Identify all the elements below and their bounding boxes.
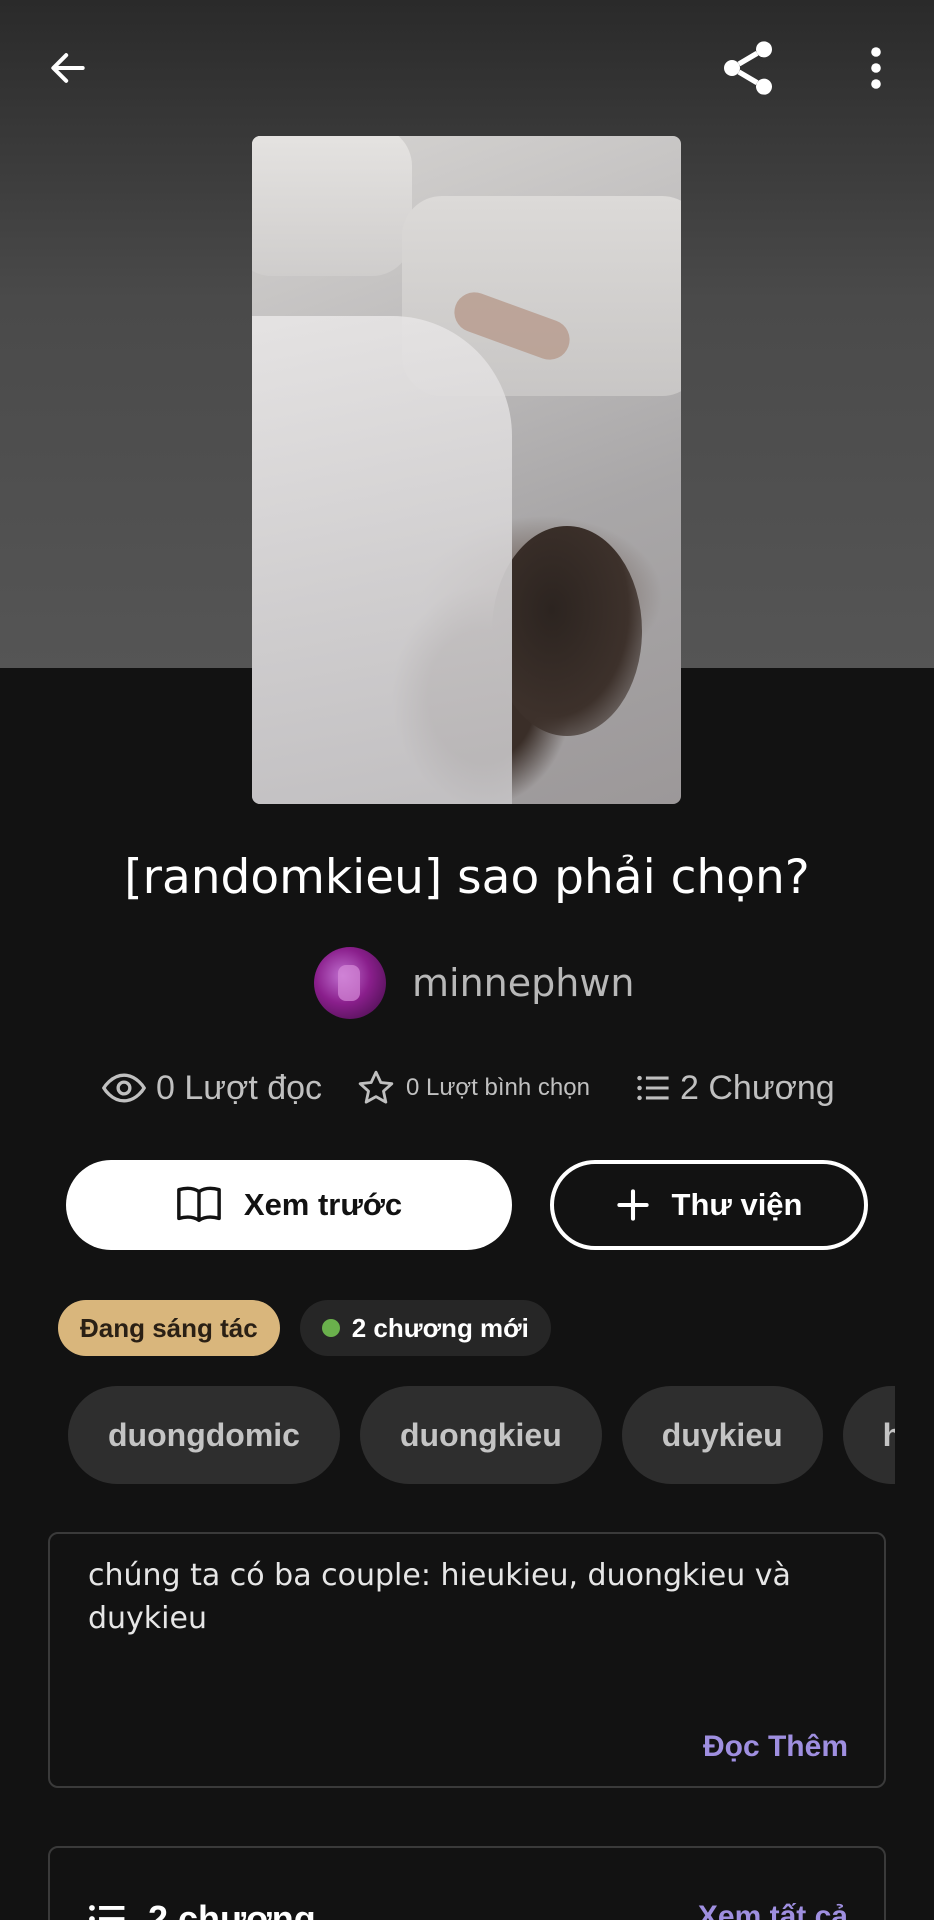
eye-icon (102, 1072, 146, 1104)
tag-chip[interactable]: duykieu (621, 1386, 823, 1484)
share-button[interactable] (708, 28, 788, 108)
read-more-link[interactable]: Đọc Thêm (703, 1730, 848, 1764)
share-icon (724, 41, 772, 95)
chapters-heading-label: 2 chương (148, 1898, 316, 1920)
description-text: chúng ta có ba couple: hieukieu, duongki… (88, 1558, 791, 1636)
add-to-library-button[interactable]: Thư viện (550, 1160, 868, 1250)
preview-label: Xem trước (243, 1187, 403, 1222)
book-open-icon (176, 1185, 222, 1225)
more-vertical-icon (871, 47, 881, 89)
story-stats: 0 Lượt đọc 0 Lượt bình chọn 2 Chương (0, 1058, 934, 1118)
list-icon (636, 1073, 670, 1103)
votes-stat: 0 Lượt bình chọn (356, 1058, 590, 1118)
author-link[interactable]: minnephwn (314, 946, 635, 1020)
reads-stat: 0 Lượt đọc (102, 1058, 322, 1118)
green-dot-icon (321, 1319, 340, 1337)
reads-count: 0 Lượt đọc (156, 1068, 323, 1107)
story-description: chúng ta có ba couple: hieukieu, duongki… (48, 1532, 886, 1788)
status-badge: Đang sáng tác (58, 1300, 280, 1356)
tag-chip[interactable]: duongdomic (68, 1386, 340, 1484)
votes-count: 0 Lượt bình chọn (406, 1074, 590, 1101)
list-icon (88, 1902, 126, 1920)
arrow-left-icon (51, 53, 85, 83)
story-title: [randomkieu] sao phải chọn? (124, 850, 810, 905)
tag-chip[interactable]: duongkieu (359, 1386, 602, 1484)
preview-button[interactable]: Xem trước (66, 1160, 512, 1250)
story-cover-image[interactable] (252, 136, 681, 804)
new-chapters-badge: 2 chương mới (299, 1300, 551, 1356)
star-icon (356, 1068, 396, 1108)
chapters-stat: 2 Chương (636, 1058, 835, 1118)
library-label: Thư viện (671, 1187, 803, 1222)
back-button[interactable] (28, 28, 108, 108)
tag-chip[interactable]: hieukieu (842, 1386, 895, 1484)
chapters-count: 2 Chương (680, 1068, 835, 1107)
plus-icon (616, 1188, 650, 1222)
author-name: minnephwn (412, 961, 635, 1005)
top-bar (0, 0, 934, 140)
status-badge-label: Đang sáng tác (80, 1312, 258, 1343)
chapters-card: 2 chương Xem tất cả (48, 1846, 886, 1920)
see-all-link[interactable]: Xem tất cả (698, 1900, 848, 1920)
chapters-heading: 2 chương (88, 1898, 316, 1920)
more-options-button[interactable] (836, 28, 916, 108)
tag-list[interactable]: duongdomicduongkieuduykieu hieukieu (68, 1386, 895, 1484)
new-chapters-label: 2 chương mới (351, 1312, 529, 1343)
status-badges: Đang sáng tác 2 chương mới (58, 1300, 571, 1356)
author-avatar (314, 947, 386, 1019)
